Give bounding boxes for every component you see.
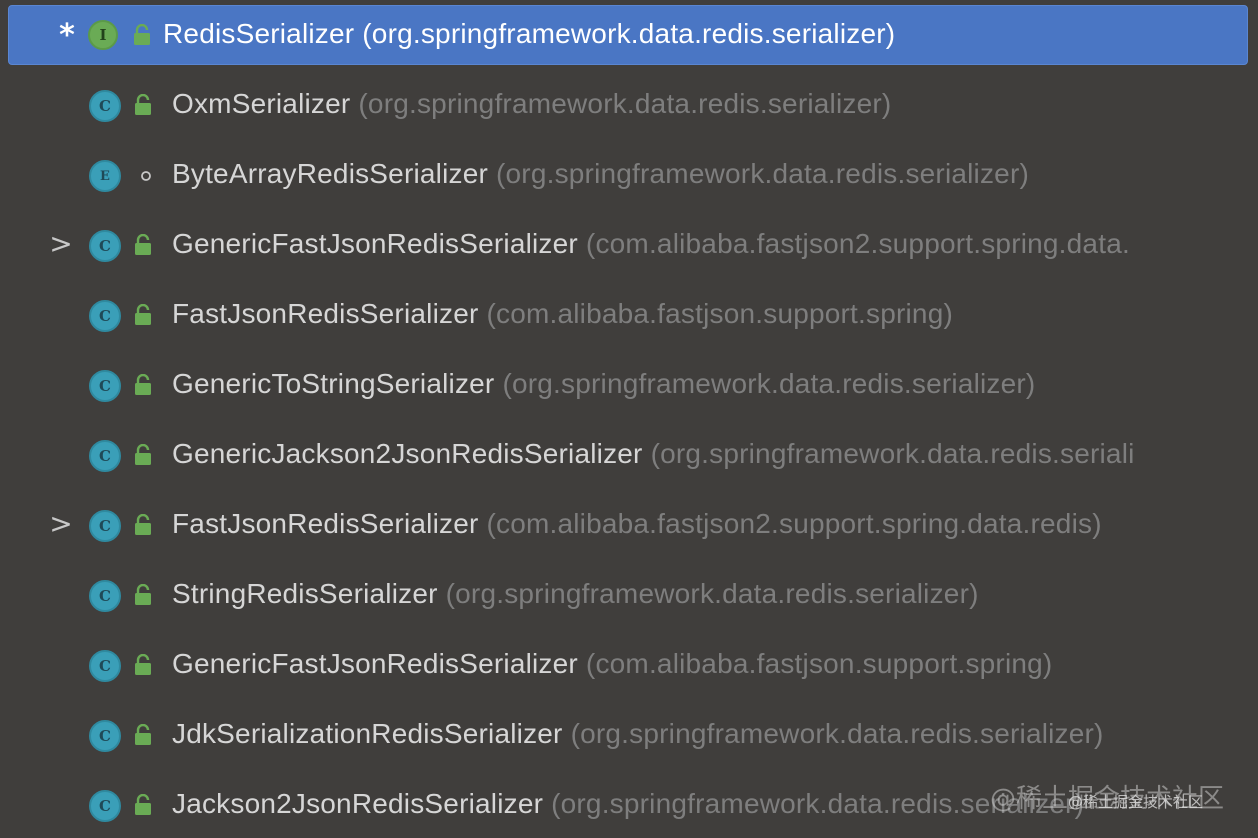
list-item[interactable]: C GenericToStringSerializer (org.springf… <box>0 350 1258 420</box>
class-icon: C <box>89 720 121 752</box>
list-item[interactable]: C GenericFastJsonRedisSerializer (com.al… <box>0 630 1258 700</box>
class-name: GenericToStringSerializer <box>172 368 495 399</box>
class-name: FastJsonRedisSerializer <box>172 298 479 329</box>
list-item-label: Jackson2JsonRedisSerializer (org.springf… <box>172 788 1084 820</box>
lock-icon <box>133 794 153 816</box>
class-icon: C <box>89 300 121 332</box>
class-icon: C <box>89 510 121 542</box>
list-item-label: JdkSerializationRedisSerializer (org.spr… <box>172 718 1104 750</box>
class-name: StringRedisSerializer <box>172 578 438 609</box>
package-name: (org.springframework.data.redis.serializ… <box>362 18 896 49</box>
class-icon: C <box>89 90 121 122</box>
list-item-label: RedisSerializer (org.springframework.dat… <box>163 18 895 50</box>
list-item[interactable]: E ByteArrayRedisSerializer (org.springfr… <box>0 140 1258 210</box>
class-name: JdkSerializationRedisSerializer <box>172 718 563 749</box>
class-icon: C <box>89 580 121 612</box>
package-name: (com.alibaba.fastjson.support.spring) <box>585 648 1053 679</box>
class-icon: C <box>89 440 121 472</box>
lock-icon <box>133 94 153 116</box>
type-hierarchy-list: * I RedisSerializer (org.springframework… <box>0 0 1258 838</box>
lock-icon <box>133 444 153 466</box>
lock-icon <box>133 724 153 746</box>
package-name: (com.alibaba.fastjson.support.spring) <box>486 298 953 329</box>
class-name: GenericJackson2JsonRedisSerializer <box>172 438 643 469</box>
package-name: (org.springframework.data.redis.serializ… <box>445 578 979 609</box>
class-name: RedisSerializer <box>163 18 355 49</box>
list-item[interactable]: > C GenericFastJsonRedisSerializer (com.… <box>0 210 1258 280</box>
class-name: GenericFastJsonRedisSerializer <box>172 228 578 259</box>
chevron-right-icon[interactable]: > <box>49 507 72 540</box>
list-item[interactable]: C GenericJackson2JsonRedisSerializer (or… <box>0 420 1258 490</box>
class-name: FastJsonRedisSerializer <box>172 508 479 539</box>
list-item-label: GenericJackson2JsonRedisSerializer (org.… <box>172 438 1135 470</box>
class-icon: C <box>89 790 121 822</box>
list-item[interactable]: > C FastJsonRedisSerializer (com.alibaba… <box>0 490 1258 560</box>
list-item[interactable]: C FastJsonRedisSerializer (com.alibaba.f… <box>0 280 1258 350</box>
watermark-text-small: @稀土掘金技术社区 <box>1068 793 1204 811</box>
list-item-label: OxmSerializer (org.springframework.data.… <box>172 88 891 120</box>
package-name: (org.springframework.data.redis.seriali <box>650 438 1135 469</box>
package-name: (com.alibaba.fastjson2.support.spring.da… <box>585 228 1130 259</box>
package-name: (org.springframework.data.redis.serializ… <box>496 158 1029 189</box>
lock-icon <box>132 24 152 46</box>
list-item-label: StringRedisSerializer (org.springframewo… <box>172 578 979 610</box>
lock-icon <box>133 514 153 536</box>
package-name: (org.springframework.data.redis.serializ… <box>570 718 1104 749</box>
interface-icon: I <box>88 20 118 50</box>
list-item-label: FastJsonRedisSerializer (com.alibaba.fas… <box>172 298 953 330</box>
lock-icon <box>133 654 153 676</box>
class-icon: C <box>89 650 121 682</box>
lock-icon <box>133 234 153 256</box>
list-item-label: GenericFastJsonRedisSerializer (com.alib… <box>172 228 1130 260</box>
package-private-icon <box>140 170 152 182</box>
list-item[interactable]: C OxmSerializer (org.springframework.dat… <box>0 70 1258 140</box>
list-item-selected[interactable]: * I RedisSerializer (org.springframework… <box>8 5 1248 65</box>
class-name: GenericFastJsonRedisSerializer <box>172 648 578 679</box>
lock-icon <box>133 374 153 396</box>
list-item-label: GenericToStringSerializer (org.springfra… <box>172 368 1035 400</box>
class-name: Jackson2JsonRedisSerializer <box>172 788 544 819</box>
chevron-right-icon[interactable]: > <box>49 227 72 260</box>
list-item[interactable]: C JdkSerializationRedisSerializer (org.s… <box>0 700 1258 770</box>
lock-icon <box>133 304 153 326</box>
package-name: (org.springframework.data.redis.serializ… <box>502 368 1036 399</box>
package-name: (com.alibaba.fastjson2.support.spring.da… <box>486 508 1102 539</box>
class-icon: C <box>89 230 121 262</box>
list-item[interactable]: C StringRedisSerializer (org.springframe… <box>0 560 1258 630</box>
list-item-label: ByteArrayRedisSerializer (org.springfram… <box>172 158 1029 190</box>
class-name: OxmSerializer <box>172 88 351 119</box>
class-icon: C <box>89 370 121 402</box>
list-item-label: GenericFastJsonRedisSerializer (com.alib… <box>172 648 1052 680</box>
lock-icon <box>133 584 153 606</box>
class-name: ByteArrayRedisSerializer <box>172 158 489 189</box>
list-item-label: FastJsonRedisSerializer (com.alibaba.fas… <box>172 508 1102 540</box>
enum-icon: E <box>89 160 121 192</box>
package-name: (org.springframework.data.redis.serializ… <box>358 88 892 119</box>
star-marker-icon: * <box>59 18 75 53</box>
